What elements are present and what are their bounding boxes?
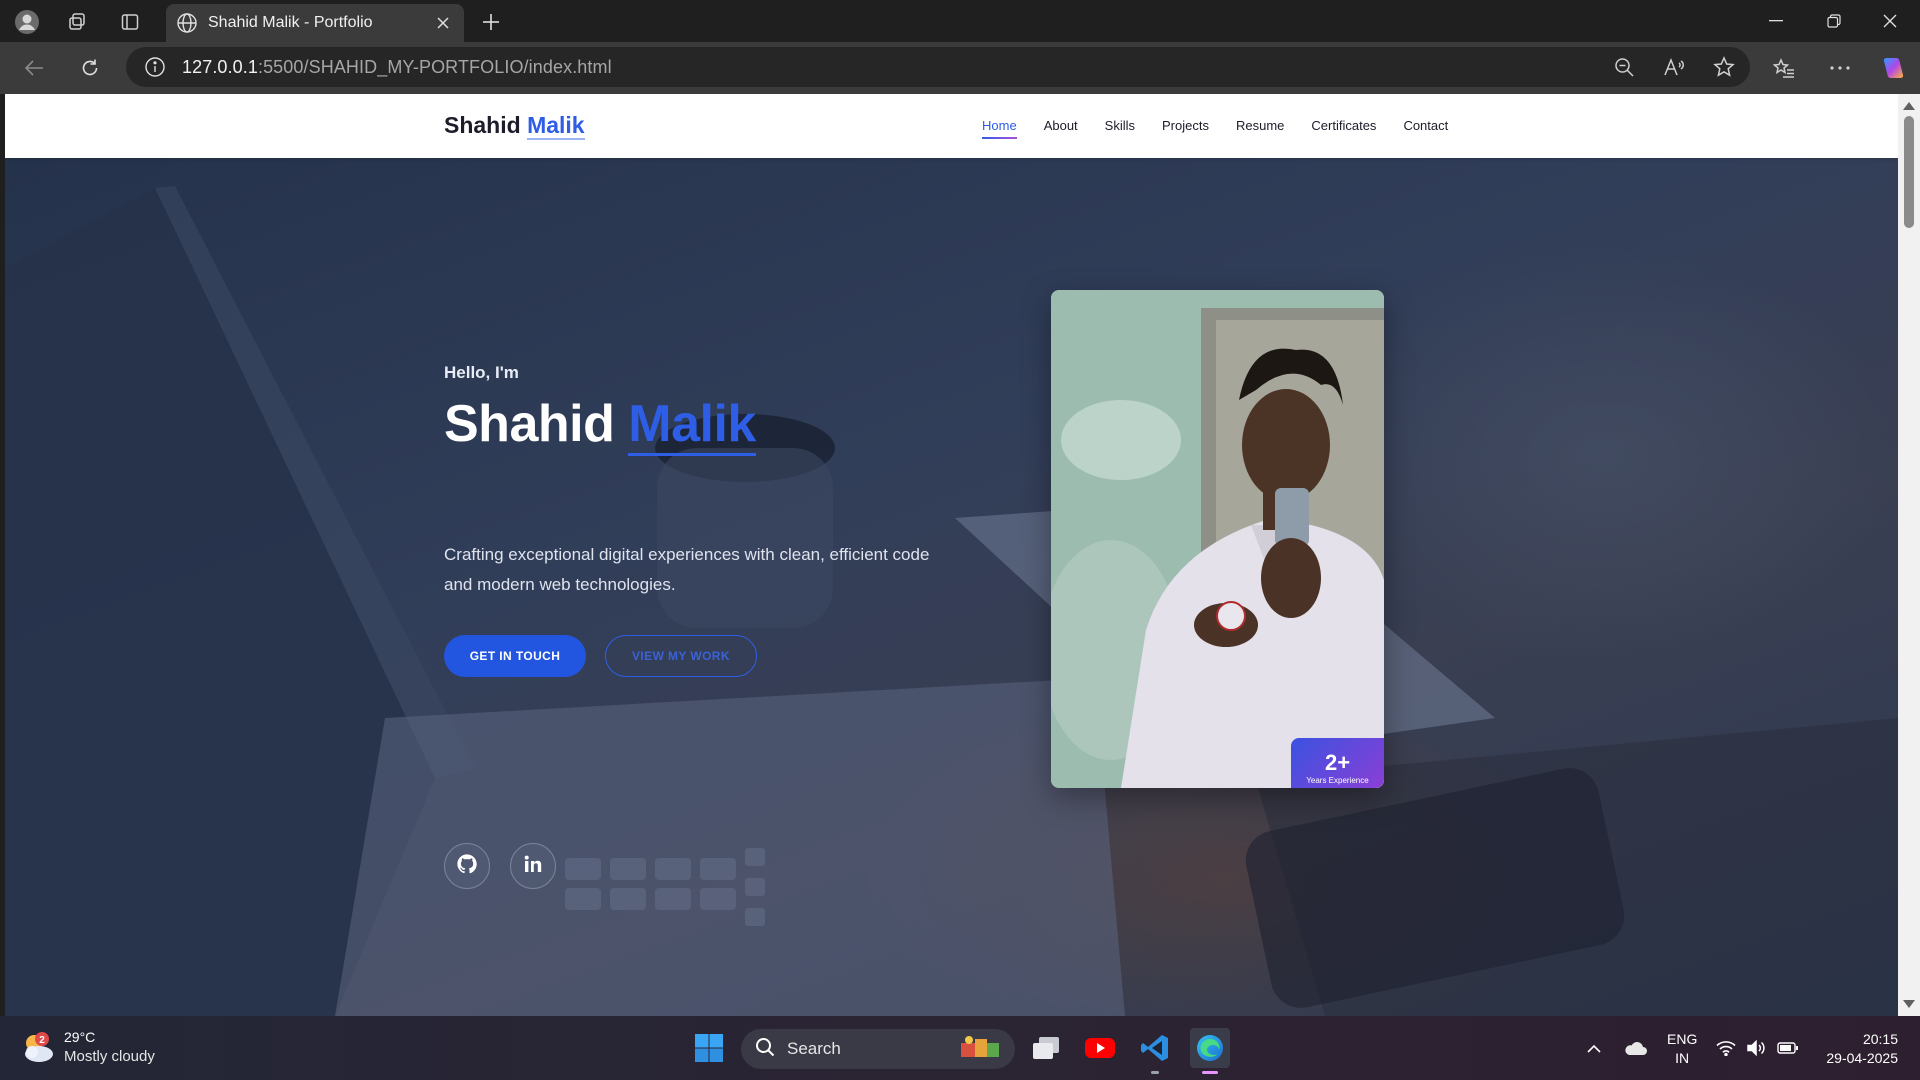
hero-description: Crafting exceptional digital experiences… [444, 545, 930, 594]
reload-icon[interactable] [76, 54, 104, 82]
logo-first: Shahid [444, 112, 521, 138]
zoom-out-icon[interactable] [1612, 55, 1636, 79]
search-icon [755, 1037, 775, 1062]
url-text: 127.0.0.1:5500/SHAHID_MY-PORTFOLIO/index… [182, 56, 612, 77]
browser-tab-bar: Shahid Malik - Portfolio [0, 0, 1920, 42]
workspaces-icon[interactable] [64, 9, 90, 35]
show-hidden-icons-icon[interactable] [1584, 1036, 1604, 1060]
close-tab-icon[interactable] [432, 12, 454, 34]
vertical-tabs-icon[interactable] [117, 9, 143, 35]
weather-widget[interactable]: 2 29°C Mostly cloudy [20, 1028, 155, 1067]
close-window-icon[interactable] [1870, 8, 1910, 34]
edge-active-indicator [1202, 1071, 1218, 1074]
battery-icon[interactable] [1775, 1036, 1801, 1060]
windows-taskbar: 2 29°C Mostly cloudy Search ENG IN 20:15… [0, 1016, 1920, 1080]
favorites-list-icon[interactable] [1770, 54, 1798, 82]
favorite-star-icon[interactable] [1712, 55, 1736, 79]
hero-name: Shahid Malik [444, 394, 756, 456]
wifi-icon[interactable] [1714, 1036, 1738, 1060]
github-icon [456, 853, 478, 880]
search-label: Search [787, 1039, 841, 1058]
more-options-icon[interactable] [1826, 54, 1854, 82]
hero-name-first: Shahid [444, 395, 615, 453]
vscode-icon[interactable] [1135, 1028, 1175, 1074]
edge-icon[interactable] [1190, 1028, 1230, 1074]
back-icon[interactable] [20, 54, 48, 82]
clock-time: 20:15 [1862, 1031, 1898, 1047]
browser-toolbar: 127.0.0.1:5500/SHAHID_MY-PORTFOLIO/index… [0, 42, 1920, 94]
nav-link-resume[interactable]: Resume [1236, 118, 1284, 139]
active-tab[interactable]: Shahid Malik - Portfolio [166, 4, 464, 42]
page-viewport: Shahid Malik Home About Skills Projects … [5, 94, 1898, 1016]
site-logo[interactable]: Shahid Malik [444, 112, 585, 140]
nav-link-projects[interactable]: Projects [1162, 118, 1209, 139]
nav-link-about[interactable]: About [1044, 118, 1078, 139]
site-menu: Home About Skills Projects Resume Certif… [982, 118, 1448, 139]
address-bar[interactable]: 127.0.0.1:5500/SHAHID_MY-PORTFOLIO/index… [126, 47, 1750, 87]
experience-badge: 2+ Years Experience [1291, 738, 1384, 788]
page-scrollbar[interactable] [1898, 94, 1920, 1016]
onedrive-cloud-icon[interactable] [1622, 1036, 1648, 1060]
search-highlight-icon [959, 1033, 1001, 1066]
vscode-running-indicator [1151, 1071, 1159, 1074]
weather-cloud-icon: 2 [20, 1031, 56, 1065]
scroll-up-icon[interactable] [1903, 102, 1915, 110]
hero-background [5, 158, 1898, 1016]
clock-date: 29-04-2025 [1826, 1050, 1898, 1066]
hero-name-accent: Malik [628, 395, 756, 456]
scroll-down-icon[interactable] [1903, 1000, 1915, 1008]
weather-condition: Mostly cloudy [64, 1048, 155, 1065]
copilot-icon[interactable] [1879, 54, 1907, 82]
linkedin-link[interactable] [510, 843, 556, 889]
weather-badge: 2 [39, 1035, 45, 1046]
profile-icon[interactable] [14, 9, 40, 35]
logo-accent: Malik [527, 112, 585, 140]
nav-link-skills[interactable]: Skills [1105, 118, 1135, 139]
site-info-icon[interactable] [144, 56, 166, 78]
experience-label: Years Experience [1306, 776, 1369, 785]
minimize-icon[interactable] [1756, 8, 1796, 34]
language-indicator[interactable]: ENG IN [1667, 1030, 1697, 1068]
github-link[interactable] [444, 843, 490, 889]
nav-link-contact[interactable]: Contact [1403, 118, 1448, 139]
restore-icon[interactable] [1814, 8, 1854, 34]
profile-photo [1051, 290, 1384, 788]
get-in-touch-button[interactable]: GET IN TOUCH [444, 635, 586, 677]
weather-temp: 29°C [64, 1029, 96, 1045]
globe-icon [176, 12, 198, 34]
volume-icon[interactable] [1744, 1036, 1768, 1060]
read-aloud-icon[interactable] [1662, 55, 1686, 79]
nav-link-certificates[interactable]: Certificates [1311, 118, 1376, 139]
new-tab-icon[interactable] [478, 9, 504, 35]
linkedin-icon [523, 854, 543, 879]
nav-link-home[interactable]: Home [982, 118, 1017, 139]
profile-photo-card: 2+ Years Experience [1051, 290, 1384, 788]
tab-title: Shahid Malik - Portfolio [208, 14, 373, 31]
site-navbar: Shahid Malik Home About Skills Projects … [5, 94, 1898, 158]
lang-primary: ENG [1667, 1031, 1698, 1047]
lang-region: IN [1675, 1050, 1690, 1066]
experience-number: 2+ [1324, 750, 1351, 775]
youtube-icon[interactable] [1080, 1028, 1120, 1068]
task-view-icon[interactable] [1026, 1028, 1066, 1068]
hero-greeting: Hello, I'm [444, 363, 519, 382]
view-my-work-button[interactable]: VIEW MY WORK [605, 635, 757, 677]
scrollbar-thumb[interactable] [1904, 116, 1914, 228]
start-windows-icon[interactable] [689, 1028, 729, 1068]
system-clock[interactable]: 20:15 29-04-2025 [1818, 1030, 1898, 1068]
taskbar-search[interactable]: Search [741, 1029, 1015, 1069]
